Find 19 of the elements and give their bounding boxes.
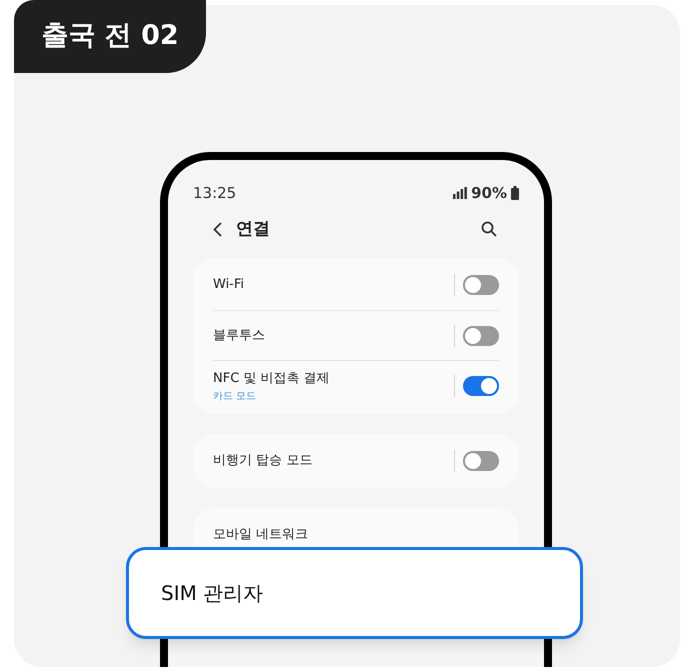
toggle-switch[interactable] xyxy=(463,326,499,346)
setting-label[interactable]: Wi-Fi xyxy=(213,275,244,295)
setting-label[interactable]: 비행기 탑승 모드 xyxy=(213,450,312,470)
search-icon[interactable] xyxy=(481,221,497,238)
setting-label[interactable]: NFC 및 비접촉 결제 xyxy=(213,369,330,388)
status-time: 13:25 xyxy=(193,183,236,204)
setting-label[interactable]: 모바일 네트워크 xyxy=(213,524,308,544)
battery-percent: 90% xyxy=(471,183,507,204)
step-badge: 출국 전 02 xyxy=(14,0,206,73)
signal-icon xyxy=(453,187,468,200)
back-icon[interactable] xyxy=(213,222,222,237)
setting-sublabel: 카드 모드 xyxy=(213,390,258,404)
battery-icon xyxy=(511,186,519,200)
toggle-switch[interactable] xyxy=(463,275,499,295)
callout-panel[interactable]: SIM 관리자 xyxy=(126,547,583,639)
setting-label[interactable]: 블루투스 xyxy=(213,326,265,346)
toggle-switch[interactable] xyxy=(463,376,499,396)
toggle-switch[interactable] xyxy=(463,450,499,470)
page-title: 연결 xyxy=(236,218,270,240)
